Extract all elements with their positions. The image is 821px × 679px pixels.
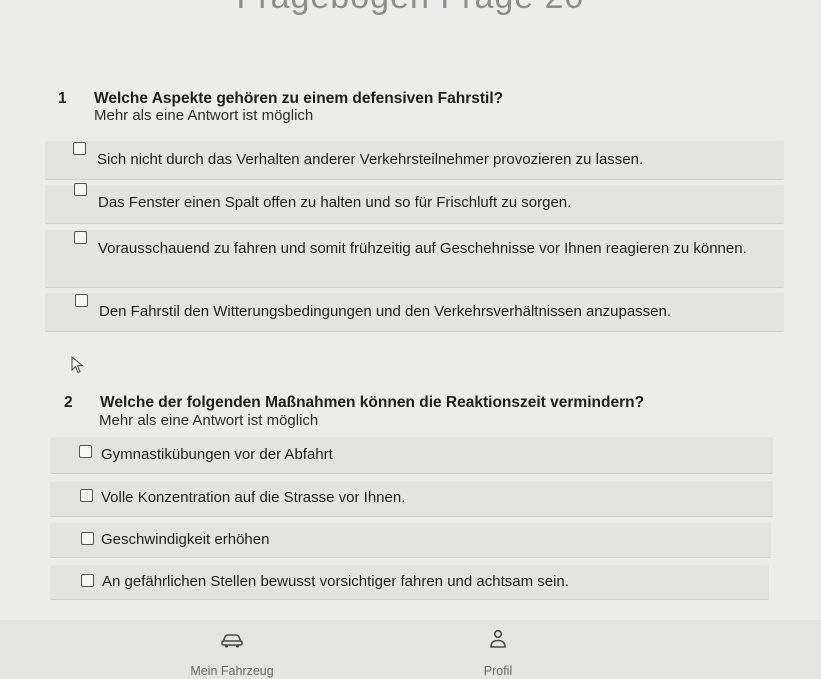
- answer-option[interactable]: Sich nicht durch das Verhalten anderer V…: [45, 141, 784, 180]
- answer-label: Gymnastikübungen vor der Abfahrt: [101, 446, 333, 463]
- answer-option[interactable]: Den Fahrstil den Witterungsbedingungen u…: [45, 293, 784, 332]
- answer-option[interactable]: Vorausschauend zu fahren und somit frühz…: [45, 230, 784, 288]
- nav-item-mein-fahrzeug[interactable]: Mein Fahrzeug: [177, 620, 287, 679]
- question-number: 2: [64, 394, 73, 411]
- bottom-navigation: Mein Fahrzeug Profil: [0, 620, 821, 679]
- answer-option[interactable]: Das Fenster einen Spalt offen zu halten …: [45, 183, 784, 224]
- answer-label: Geschwindigkeit erhöhen: [101, 531, 270, 548]
- answer-option[interactable]: Geschwindigkeit erhöhen: [50, 523, 771, 558]
- checkbox[interactable]: [75, 294, 88, 307]
- checkbox[interactable]: [79, 445, 92, 458]
- nav-label: Profil: [483, 664, 513, 678]
- answer-label: Volle Konzentration auf die Strasse vor …: [101, 489, 406, 506]
- mouse-cursor-icon: [71, 356, 84, 374]
- checkbox[interactable]: [80, 489, 93, 502]
- page-header-title: Fragebogen Frage 20: [0, 0, 821, 17]
- question-subtitle: Mehr als eine Antwort ist möglich: [99, 412, 319, 429]
- answer-label: Sich nicht durch das Verhalten anderer V…: [97, 151, 644, 168]
- question-subtitle: Mehr als eine Antwort ist möglich: [94, 107, 314, 124]
- question-text: Welche Aspekte gehören zu einem defensiv…: [94, 90, 504, 107]
- nav-label: Mein Fahrzeug: [190, 664, 274, 678]
- answer-label: Vorausschauend zu fahren und somit frühz…: [98, 240, 747, 257]
- question-number: 1: [58, 90, 67, 107]
- answer-label: Das Fenster einen Spalt offen zu halten …: [98, 194, 572, 211]
- answer-option[interactable]: Gymnastikübungen vor der Abfahrt: [50, 437, 773, 474]
- checkbox[interactable]: [74, 231, 87, 244]
- checkbox[interactable]: [81, 574, 94, 587]
- checkbox[interactable]: [74, 183, 87, 196]
- answer-option[interactable]: An gefährlichen Stellen bewusst vorsicht…: [50, 565, 769, 600]
- car-icon: [221, 634, 243, 648]
- checkbox[interactable]: [73, 142, 86, 155]
- person-icon: [490, 629, 506, 648]
- nav-item-profil[interactable]: Profil: [460, 620, 536, 679]
- answer-option[interactable]: Volle Konzentration auf die Strasse vor …: [50, 481, 773, 517]
- checkbox[interactable]: [81, 532, 94, 545]
- question-text: Welche der folgenden Maßnahmen können di…: [100, 394, 645, 411]
- answer-label: An gefährlichen Stellen bewusst vorsicht…: [102, 573, 569, 590]
- answer-label: Den Fahrstil den Witterungsbedingungen u…: [99, 303, 672, 320]
